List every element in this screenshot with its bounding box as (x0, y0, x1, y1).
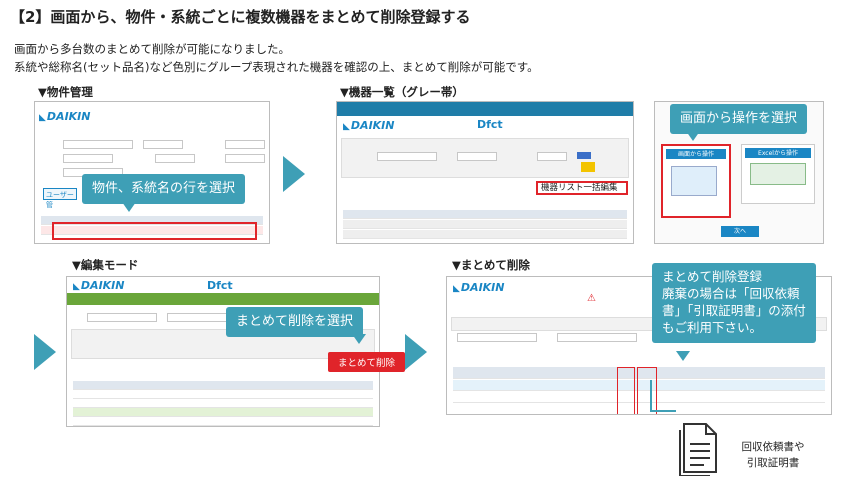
panel-label-edit-mode: ▼編集モード (72, 258, 139, 272)
app-name: Dfct (477, 118, 503, 131)
daikin-logo: DAIKIN (39, 110, 91, 123)
tab-user-mgmt[interactable]: ユーザー管 (43, 188, 77, 209)
intro-line-1: 画面から多台数のまとめて削除が可能になりました。 (14, 42, 290, 56)
callout-select-bulk-delete: まとめて削除を選択 (226, 307, 364, 337)
page-title: 【2】画面から、物件・系統ごとに複数機器をまとめて削除登録する (10, 8, 471, 26)
callout-select-operation: 画面から操作を選択 (670, 104, 808, 134)
daikin-logo: DAIKIN (73, 279, 125, 292)
bulk-delete-button[interactable]: まとめて削除 (328, 352, 406, 372)
callout-bulk-delete-register: まとめて削除登録 廃棄の場合は「回収依頼書」「引取証明書」の添付もご利用下さい。 (652, 263, 816, 343)
panel-label-property: ▼物件管理 (38, 85, 93, 99)
document-icon (676, 420, 722, 477)
table-row-gray[interactable] (343, 220, 627, 229)
device-list-screenshot: DAIKIN Dfct (336, 101, 634, 244)
panel-label-bulk-delete: ▼まとめて削除 (452, 258, 530, 272)
bulk-edit-button[interactable]: 機器リスト一括編集 (536, 181, 628, 195)
table-row[interactable] (73, 417, 373, 426)
flow-arrow (34, 334, 56, 370)
table-row-green[interactable] (73, 408, 373, 417)
card-excel-op[interactable]: Excelから操作 (741, 144, 815, 204)
card-screen-op[interactable]: 画面から操作 (661, 144, 731, 218)
table-header (343, 210, 627, 219)
daikin-logo: DAIKIN (343, 119, 395, 132)
table-header (73, 381, 373, 390)
flow-arrow (283, 156, 305, 192)
table-row[interactable] (73, 390, 373, 399)
warning-icon: ⚠ (587, 293, 596, 304)
app-name: Dfct (207, 279, 233, 292)
attachment-label: 回収依頼書や 引取証明書 (741, 441, 805, 469)
next-button[interactable]: 次へ (721, 226, 759, 237)
filter-icon[interactable] (581, 162, 595, 172)
panel-label-device-list: ▼機器一覧（グレー帯） (340, 85, 464, 99)
intro-line-2: 系統や総称名(セット品名)など色別にグループ表現された機器を確認の上、まとめて削… (14, 60, 539, 74)
table-row-gray[interactable] (343, 230, 627, 239)
table-row[interactable] (73, 399, 373, 408)
callout-select-row: 物件、系統名の行を選択 (82, 174, 246, 204)
selected-row-highlight (52, 222, 257, 240)
daikin-logo: DAIKIN (453, 281, 505, 294)
flow-arrow (405, 334, 427, 370)
connector-line (650, 380, 676, 412)
